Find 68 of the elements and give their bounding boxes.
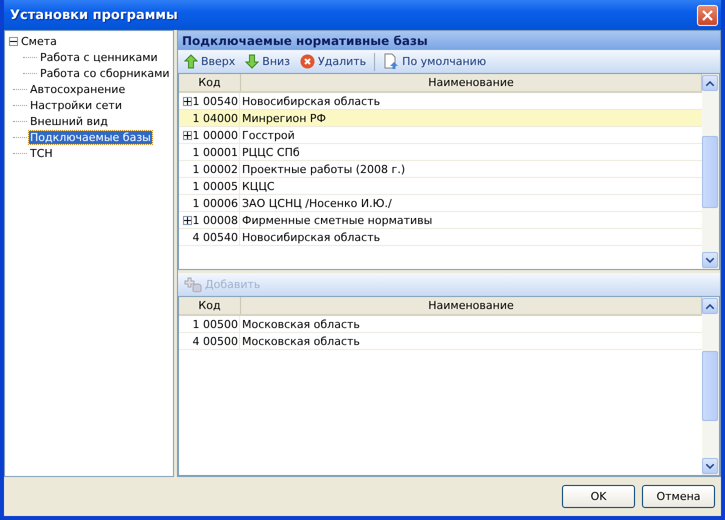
tree-item[interactable]: ТСН [29, 146, 54, 160]
tree-item[interactable]: Внешний вид [29, 114, 109, 128]
scroll-down-icon[interactable] [706, 258, 714, 262]
name-cell-text: Московская область [241, 334, 361, 349]
name-cell-text: Новосибирская область [241, 230, 382, 245]
tree-item[interactable]: Работа со сборниками [39, 66, 171, 80]
add-database-icon [184, 276, 202, 292]
column-header[interactable]: Код [179, 74, 241, 91]
close-button[interactable] [697, 4, 718, 26]
window-title: Установки программы [10, 8, 178, 22]
tree-item[interactable]: Подключаемые базы [29, 130, 152, 144]
code-cell: 4 00500 [192, 334, 238, 348]
code-cell: 1 00000 [192, 128, 238, 142]
code-cell: 1 00500 [192, 318, 238, 330]
name-cell-text: Фирменные сметные нормативы [241, 212, 434, 228]
code-cell: 1 00001 [192, 146, 238, 158]
up-arrow-icon [184, 54, 198, 69]
table-row[interactable]: 1 00540 Новосибирская область [179, 93, 702, 110]
code-cell: 1 00540 [192, 94, 238, 108]
scrollbar[interactable] [702, 74, 719, 269]
panel-title: Подключаемые нормативные базы [178, 31, 720, 50]
table-row[interactable]: 4 00500 Московская область [179, 333, 702, 350]
table-row[interactable]: 1 00008 Фирменные сметные нормативы [179, 212, 702, 229]
name-cell-text: ЗАО ЦСНЦ /Носенко И.Ю./ [241, 196, 393, 211]
tree-item[interactable]: Работа с ценниками [39, 50, 159, 64]
expand-icon[interactable] [183, 96, 192, 106]
table-row[interactable]: 1 00000 Госстрой [179, 127, 702, 144]
name-cell-text: КЦЦС [241, 178, 276, 194]
table-row[interactable]: 4 00540 Новосибирская область [179, 229, 702, 246]
document-icon [383, 53, 400, 70]
down-button[interactable]: Вниз [243, 54, 292, 69]
code-cell: 1 00008 [192, 214, 238, 226]
code-cell: 1 00005 [192, 180, 238, 192]
cancel-button[interactable]: Отмена [642, 485, 715, 508]
scroll-up-icon[interactable] [706, 304, 714, 308]
column-header[interactable]: Код [179, 297, 241, 314]
tree-item[interactable]: Автосохранение [29, 82, 126, 96]
expand-icon[interactable] [183, 216, 192, 224]
expand-icon[interactable] [183, 130, 192, 140]
ok-button[interactable]: OK [562, 485, 635, 508]
name-cell-text: Проектные работы (2008 г.) [241, 162, 406, 177]
close-icon [702, 10, 713, 20]
table-row[interactable]: 1 00002 Проектные работы (2008 г.) [179, 161, 702, 178]
collapse-icon[interactable] [9, 36, 18, 46]
down-arrow-icon [245, 54, 260, 69]
default-button[interactable]: По умолчанию [381, 53, 488, 70]
code-cell: 1 00002 [192, 162, 238, 176]
table-row[interactable]: 1 00006 ЗАО ЦСНЦ /Носенко И.Ю./ [179, 195, 702, 212]
tree-item[interactable]: Настройки сети [29, 98, 123, 112]
name-cell-text: Новосибирская область [241, 94, 382, 109]
scroll-down-icon[interactable] [706, 464, 714, 468]
table-row[interactable]: 1 00001 РЦЦС СПб [179, 144, 702, 161]
table-row[interactable]: 1 00500 Московская область [179, 316, 702, 333]
scrollbar[interactable] [702, 297, 719, 475]
name-cell-text: РЦЦС СПб [241, 144, 301, 160]
table-row[interactable]: 1 04000 Минрегион РФ [179, 110, 702, 127]
up-button[interactable]: Вверх [182, 54, 238, 69]
code-cell: 1 04000 [192, 112, 238, 124]
tree-item[interactable]: Смета [20, 34, 58, 48]
delete-icon [300, 54, 316, 69]
name-cell-text: Госстрой [241, 128, 296, 143]
name-cell-text: Московская область [241, 316, 361, 332]
delete-button[interactable]: Удалить [298, 54, 368, 69]
table-row[interactable]: 1 00005 КЦЦС [179, 178, 702, 195]
code-cell: 1 00006 [192, 196, 238, 210]
scroll-up-icon[interactable] [706, 80, 714, 86]
code-cell: 4 00540 [192, 230, 238, 244]
name-cell-text: Минрегион РФ [241, 110, 328, 126]
